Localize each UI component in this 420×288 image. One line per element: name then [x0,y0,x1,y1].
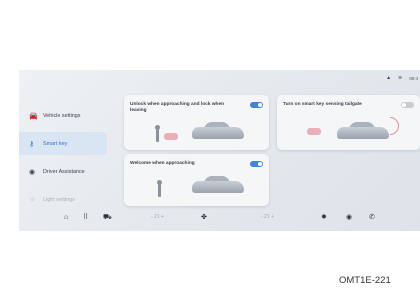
smart-key-icon [164,133,178,140]
sidebar-item-driver-assistance[interactable]: ◉ Driver Assistance [19,160,107,183]
welcome-toggle[interactable] [250,161,263,167]
card-unlock-approaching[interactable]: Unlock when approaching and lock when le… [124,95,269,150]
car-illustration [192,176,244,193]
light-icon: ☼ [29,196,36,203]
card-title: Turn on smart key sensing tailgate [283,102,362,107]
card-title: Welcome when approaching [130,161,195,166]
sidebar-item-vehicle-settings[interactable]: 🚘 Vehicle settings [19,104,107,127]
car-illustration [192,122,244,139]
car-icon: 🚘 [29,112,38,120]
signal-icon: ▲ [386,75,392,81]
card-title: Unlock when approaching and lock when le… [130,102,225,113]
bottom-dock: ⌂ ⠿ ⛟ - 21 + ✤ - 21 + ✹ ◉ ✆ [55,208,420,226]
left-temperature[interactable]: - 21 + [151,214,164,220]
steering-icon: ◉ [29,168,36,176]
phone-icon[interactable]: ✆ [369,213,375,221]
sidebar-item-label: Smart key [43,140,68,147]
sidebar-item-smart-key[interactable]: ⚷ Smart key [19,132,107,155]
status-time: 09:4 [409,75,418,81]
sidebar: 🚘 Vehicle settings ⚷ Smart key ◉ Driver … [19,104,107,216]
apps-icon[interactable]: ⠿ [83,213,88,221]
person-icon [155,125,160,142]
card-welcome-approaching[interactable]: Welcome when approaching [124,154,269,206]
unlock-toggle[interactable] [250,102,263,108]
figure-code: OMT1E-221 [339,275,391,286]
sidebar-item-label: Vehicle settings [43,112,81,119]
car-icon[interactable]: ⛟ [103,213,112,222]
fan-icon[interactable]: ✤ [201,213,207,221]
smart-key-icon [307,128,321,135]
infotainment-screen: ▲ ≋ 09:4 🚘 Vehicle settings ⚷ Smart key … [19,70,420,231]
status-bar: ▲ ≋ 09:4 [386,75,418,81]
sidebar-item-label: Driver Assistance [43,168,85,175]
card-smart-tailgate[interactable]: Turn on smart key sensing tailgate [277,95,420,150]
wifi-icon: ≋ [398,75,403,81]
key-icon: ⚷ [29,140,35,148]
sidebar-item-label: Light settings [43,196,75,203]
navigation-icon[interactable]: ◉ [346,213,352,221]
settings-icon[interactable]: ✹ [321,213,327,221]
tailgate-toggle[interactable] [401,102,414,108]
right-temperature[interactable]: - 21 + [261,214,274,220]
person-icon [157,180,162,197]
home-icon[interactable]: ⌂ [64,214,68,221]
